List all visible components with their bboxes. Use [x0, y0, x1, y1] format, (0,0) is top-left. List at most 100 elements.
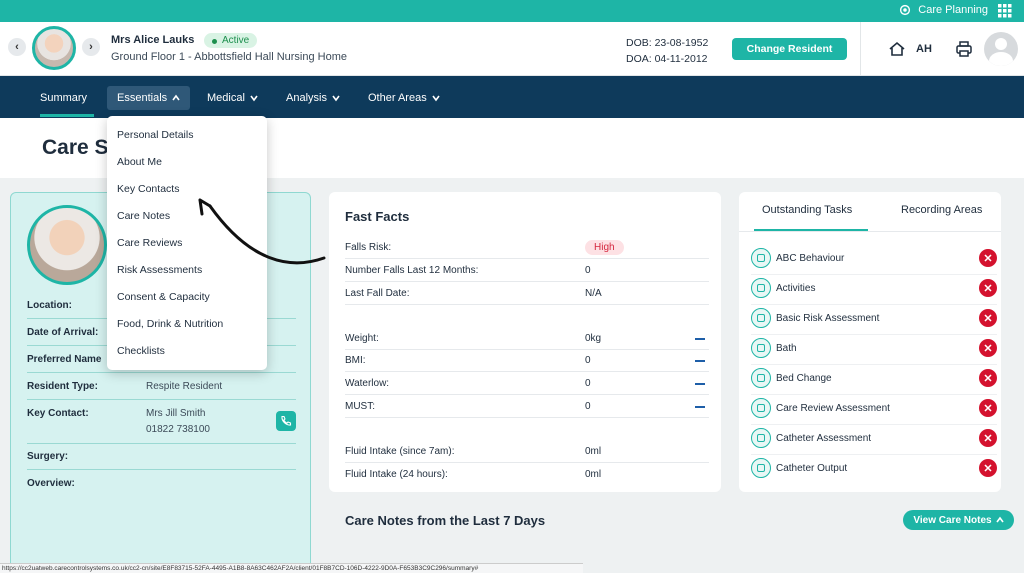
minus-icon[interactable] [695, 338, 705, 340]
main-nav: Summary Essentials Medical Analysis Othe… [0, 76, 1024, 118]
close-icon[interactable]: ✕ [979, 369, 997, 387]
field-divider [27, 399, 296, 400]
task-icon [751, 308, 771, 328]
call-contact-button[interactable] [276, 411, 296, 431]
task-label: Activities [776, 282, 816, 294]
field-divider [27, 372, 296, 373]
minus-icon[interactable] [695, 406, 705, 408]
field-overview-label: Overview: [27, 478, 75, 489]
nav-active-indicator [40, 114, 94, 117]
tab-recording-areas[interactable]: Recording Areas [901, 204, 982, 216]
close-icon[interactable]: ✕ [979, 279, 997, 297]
menu-item-food-drink-nutrition[interactable]: Food, Drink & Nutrition [117, 318, 223, 330]
menu-item-care-notes[interactable]: Care Notes [117, 210, 170, 222]
minus-icon[interactable] [695, 360, 705, 362]
fact-label: Weight: [345, 333, 379, 344]
falls-risk-label: Falls Risk: [345, 242, 392, 253]
fact-label: Number Falls Last 12 Months: [345, 265, 479, 276]
close-icon[interactable]: ✕ [979, 459, 997, 477]
menu-item-key-contacts[interactable]: Key Contacts [117, 183, 179, 195]
close-icon[interactable]: ✕ [979, 399, 997, 417]
task-item[interactable]: Bath ✕ [751, 333, 997, 363]
tab-outstanding-tasks[interactable]: Outstanding Tasks [762, 204, 852, 216]
task-label: Catheter Output [776, 462, 848, 474]
fact-label: Waterlow: [345, 378, 390, 389]
task-item[interactable]: Catheter Assessment ✕ [751, 423, 997, 453]
nav-other-areas[interactable]: Other Areas [358, 86, 450, 110]
printer-icon[interactable] [955, 40, 973, 58]
tab-divider [739, 231, 1001, 232]
fact-value: 0kg [585, 333, 602, 344]
nav-medical[interactable]: Medical [197, 86, 268, 110]
task-item[interactable]: Activities ✕ [751, 273, 997, 303]
menu-item-care-reviews[interactable]: Care Reviews [117, 237, 182, 249]
nav-essentials[interactable]: Essentials [107, 86, 191, 110]
task-label: Basic Risk Assessment [776, 312, 880, 324]
fast-facts-title: Fast Facts [345, 209, 410, 224]
care-planning-label: Care Planning [918, 4, 988, 16]
chevron-up-icon [995, 516, 1004, 523]
fact-label: BMI: [345, 355, 366, 366]
task-item[interactable]: Bed Change ✕ [751, 363, 997, 393]
task-icon [751, 428, 771, 448]
resident-dates: DOB: 23-08-1952 DOA: 04-11-2012 [626, 35, 708, 67]
status-badge: Active [204, 33, 258, 48]
fact-divider [345, 258, 709, 259]
tab-active-indicator [754, 229, 868, 231]
field-type-value: Respite Resident [146, 381, 223, 392]
field-contact-label: Key Contact: [27, 408, 89, 419]
fact-divider [345, 394, 709, 395]
nav-summary[interactable]: Summary [30, 86, 97, 110]
close-icon[interactable]: ✕ [979, 339, 997, 357]
chevron-down-icon [432, 95, 440, 102]
minus-icon[interactable] [695, 383, 705, 385]
task-item[interactable]: ABC Behaviour ✕ [751, 243, 997, 273]
dob-text: DOB: 23-08-1952 [626, 37, 709, 49]
chevron-up-icon [172, 94, 180, 101]
task-item[interactable]: Basic Risk Assessment ✕ [751, 303, 997, 333]
apps-grid-icon[interactable] [998, 4, 1012, 18]
phone-icon [281, 415, 292, 426]
user-initials: AH [916, 43, 932, 55]
task-icon [751, 338, 771, 358]
menu-item-checklists[interactable]: Checklists [117, 345, 165, 357]
fact-divider [345, 462, 709, 463]
close-icon[interactable]: ✕ [979, 249, 997, 267]
view-care-notes-button[interactable]: View Care Notes [903, 510, 1014, 530]
care-planning-link[interactable]: Care Planning [898, 3, 988, 17]
field-location-label: Location: [27, 300, 72, 311]
task-item[interactable]: Care Review Assessment ✕ [751, 393, 997, 423]
menu-item-about-me[interactable]: About Me [117, 156, 162, 168]
top-bar: Care Planning [0, 0, 1024, 22]
change-resident-button[interactable]: Change Resident [732, 38, 847, 60]
view-care-notes-label: View Care Notes [913, 514, 992, 526]
nav-analysis[interactable]: Analysis [276, 86, 350, 110]
task-icon [751, 248, 771, 268]
nav-summary-label: Summary [40, 92, 88, 104]
menu-item-personal-details[interactable]: Personal Details [117, 129, 193, 141]
field-arrival-label: Date of Arrival: [27, 327, 99, 338]
task-icon [751, 458, 771, 478]
fact-label: Last Fall Date: [345, 288, 410, 299]
fact-value: 0 [585, 378, 591, 389]
annotation-arrow-icon [198, 198, 326, 265]
nav-analysis-label: Analysis [286, 92, 327, 104]
care-notes-title: Care Notes from the Last 7 Days [345, 513, 546, 528]
close-icon[interactable]: ✕ [979, 429, 997, 447]
task-item[interactable]: Catheter Output ✕ [751, 453, 997, 483]
close-icon[interactable]: ✕ [979, 309, 997, 327]
task-icon [751, 398, 771, 418]
fact-value: 0 [585, 355, 591, 366]
task-label: Catheter Assessment [776, 432, 872, 444]
fact-divider [345, 349, 709, 350]
field-divider [27, 469, 296, 470]
gear-icon[interactable] [898, 3, 912, 17]
next-resident-button[interactable]: › [82, 38, 100, 56]
fact-value: N/A [585, 288, 602, 299]
menu-item-consent-capacity[interactable]: Consent & Capacity [117, 291, 210, 303]
falls-risk-badge: High [585, 240, 624, 255]
fact-label: Fluid Intake (24 hours): [345, 469, 448, 480]
previous-resident-button[interactable]: ‹ [8, 38, 26, 56]
user-avatar[interactable] [984, 32, 1018, 66]
home-icon[interactable] [888, 40, 906, 58]
